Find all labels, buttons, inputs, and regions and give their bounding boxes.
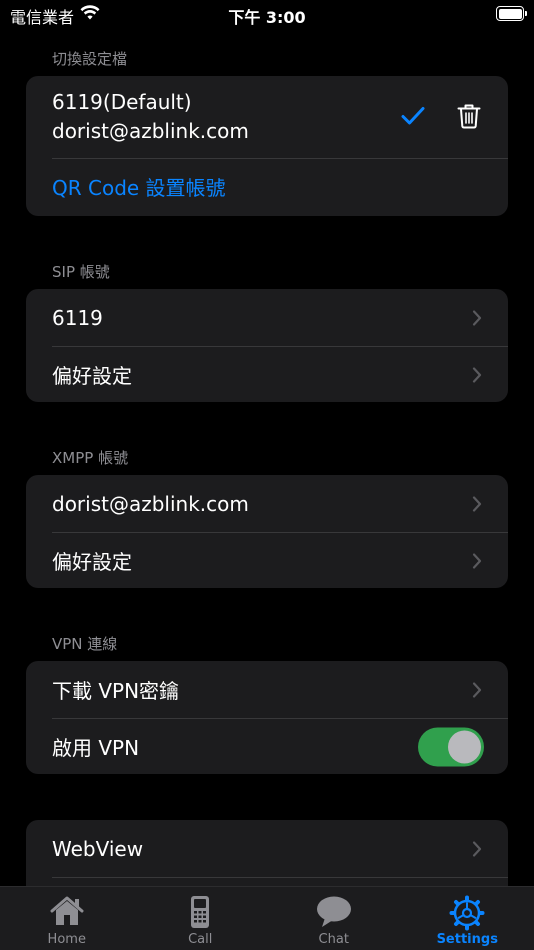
toggle-knob [448, 730, 481, 763]
sip-preferences-row[interactable]: 偏好設定 [26, 346, 508, 402]
tab-settings-label: Settings [436, 932, 498, 947]
vpn-header: VPN 連線 [52, 635, 118, 653]
vpn-toggle[interactable] [418, 727, 484, 766]
xmpp-preferences-label: 偏好設定 [52, 550, 132, 574]
sip-account-row[interactable]: 6119 [26, 289, 508, 346]
sip-preferences-label: 偏好設定 [52, 364, 132, 388]
tab-home[interactable]: Home [0, 887, 134, 950]
xmpp-header: XMPP 帳號 [52, 449, 129, 467]
tab-settings[interactable]: Settings [401, 887, 534, 950]
checkmark-icon [401, 107, 425, 125]
phone-icon [191, 896, 210, 928]
profile-row-current[interactable]: 6119(Default) dorist@azblink.com [26, 76, 508, 158]
chevron-right-icon [472, 840, 482, 857]
battery-icon [496, 6, 527, 21]
tab-chat[interactable]: Chat [267, 887, 401, 950]
qr-code-setup-link[interactable]: QR Code 設置帳號 [26, 158, 508, 215]
chevron-right-icon [472, 681, 482, 698]
xmpp-account-label: dorist@azblink.com [52, 491, 249, 516]
chevron-right-icon [472, 495, 482, 512]
tab-call-label: Call [188, 932, 213, 947]
sip-card: 6119 偏好設定 [26, 289, 508, 402]
sip-header: SIP 帳號 [52, 263, 110, 281]
vpn-enable-label: 啟用 VPN [52, 736, 140, 760]
webview-row[interactable]: WebView [26, 820, 508, 877]
vpn-card: 下載 VPN密鑰 啟用 VPN [26, 661, 508, 774]
profile-account: dorist@azblink.com [52, 119, 249, 143]
status-bar: 電信業者 下午 3:00 [0, 0, 534, 30]
tab-home-label: Home [47, 932, 86, 947]
chat-bubble-icon [316, 896, 351, 927]
profiles-card: 6119(Default) dorist@azblink.com QR Code… [26, 76, 508, 216]
xmpp-card: dorist@azblink.com 偏好設定 [26, 475, 508, 588]
tab-chat-label: Chat [318, 932, 349, 947]
home-icon [50, 896, 84, 925]
gear-icon [449, 895, 485, 931]
status-time: 下午 3:00 [228, 8, 306, 27]
profile-name: 6119(Default) [52, 90, 192, 114]
sip-account-label: 6119 [52, 305, 103, 330]
tab-bar: Home Call Chat Settings [0, 886, 534, 950]
xmpp-preferences-row[interactable]: 偏好設定 [26, 532, 508, 588]
trash-icon[interactable] [457, 103, 481, 129]
chevron-right-icon [472, 552, 482, 569]
chevron-right-icon [472, 309, 482, 326]
webview-label: WebView [52, 836, 144, 861]
xmpp-account-row[interactable]: dorist@azblink.com [26, 475, 508, 532]
profiles-header: 切換設定檔 [52, 50, 128, 68]
vpn-download-key-label: 下載 VPN密鑰 [52, 679, 180, 703]
chevron-right-icon [472, 366, 482, 383]
vpn-enable-row: 啟用 VPN [26, 718, 508, 774]
vpn-download-key-row[interactable]: 下載 VPN密鑰 [26, 661, 508, 718]
tab-call[interactable]: Call [134, 887, 268, 950]
